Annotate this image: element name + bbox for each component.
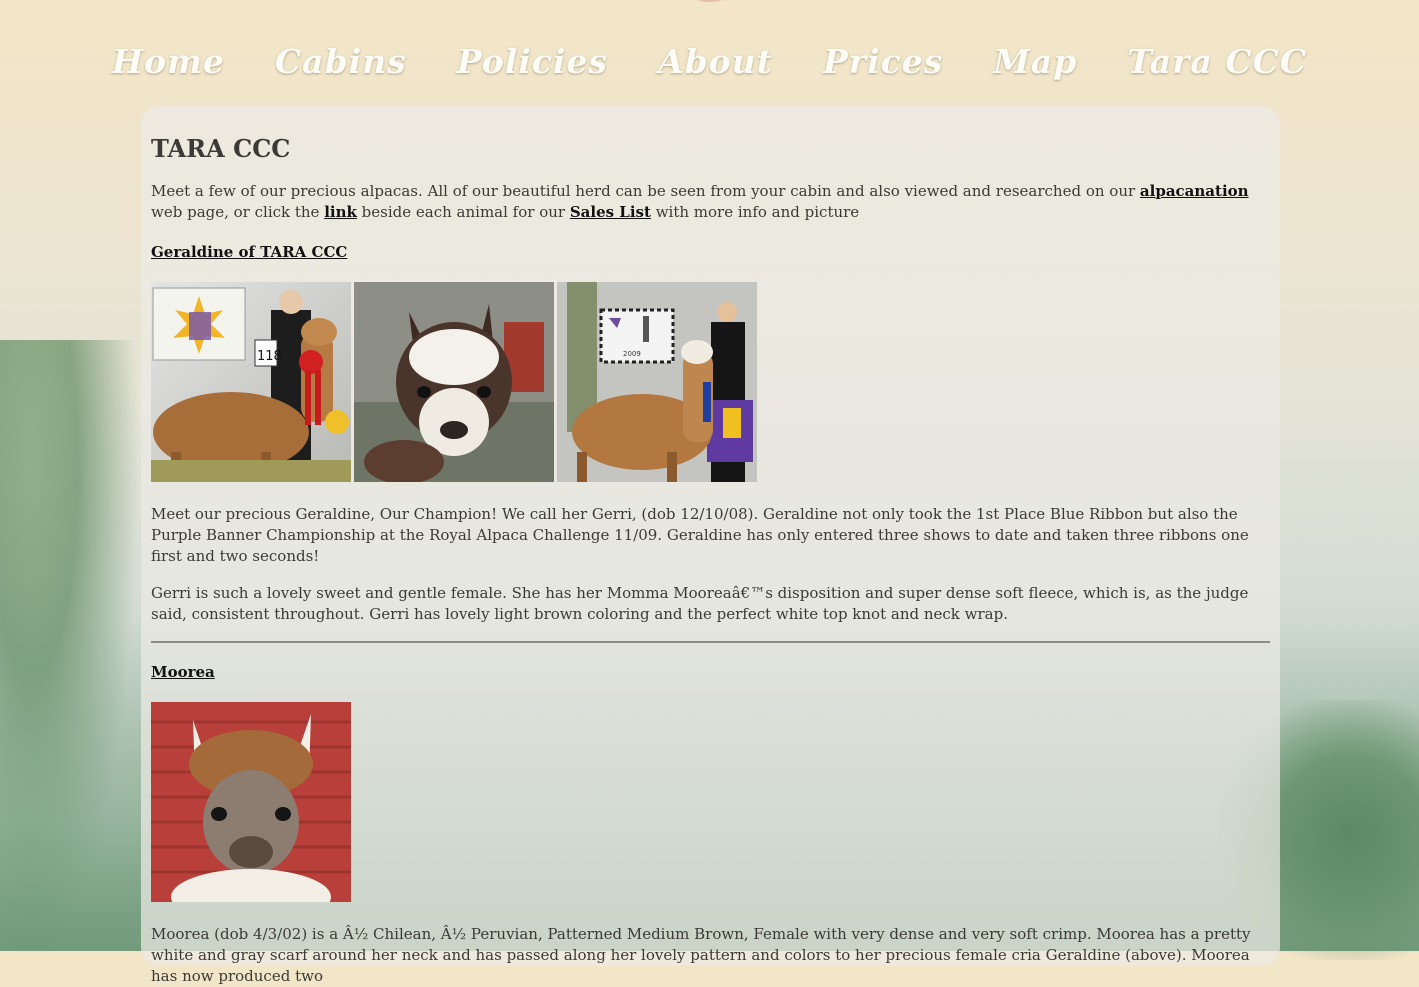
sun-decoration	[690, 0, 730, 2]
moorea-gallery	[151, 702, 1270, 902]
moorea-paragraph-1: Moorea (dob 4/3/02) is a Â½ Chilean, Â½ …	[151, 925, 1251, 985]
main-navigation: Home Cabins Policies About Prices Map Ta…	[0, 36, 1419, 96]
nav-policies[interactable]: Policies	[432, 36, 633, 96]
nav-prices[interactable]: Prices	[798, 36, 968, 96]
intro-text-1: Meet a few of our precious alpacas. All …	[151, 182, 1140, 200]
geraldine-paragraph-2: Gerri is such a lovely sweet and gentle …	[151, 584, 1249, 623]
intro-text-2: web page, or click the	[151, 203, 325, 221]
challenge-year: 2009	[623, 350, 641, 358]
page-title: TARA CCC	[151, 134, 291, 163]
content-panel: TARA CCC Meet a few of our precious alpa…	[141, 106, 1280, 985]
alpacanation-link[interactable]: alpacanation	[1140, 182, 1249, 200]
nav-cabins[interactable]: Cabins	[250, 36, 432, 96]
geraldine-gallery: 118 2009	[151, 282, 1270, 482]
intro-paragraph: Meet a few of our precious alpacas. All …	[151, 181, 1270, 223]
moorea-portrait-photo[interactable]	[151, 702, 351, 902]
nav-about[interactable]: About	[633, 36, 798, 96]
intro-text-4: with more info and picture	[650, 203, 860, 221]
geraldine-paragraph-1: Meet our precious Geraldine, Our Champio…	[151, 505, 1249, 565]
show-badge-number: 118	[257, 349, 282, 364]
link-link[interactable]: link	[324, 203, 357, 221]
nav-map[interactable]: Map	[968, 36, 1102, 96]
nav-tara-ccc[interactable]: Tara CCC	[1102, 36, 1332, 96]
nav-home[interactable]: Home	[87, 36, 250, 96]
geraldine-banner-photo[interactable]: 2009	[557, 282, 757, 482]
geraldine-show-photo[interactable]: 118	[151, 282, 351, 482]
moorea-heading-link[interactable]: Moorea	[151, 663, 215, 681]
geraldine-heading-link[interactable]: Geraldine of TARA CCC	[151, 243, 347, 261]
intro-text-3: beside each animal for our	[356, 203, 570, 221]
geraldine-closeup-photo[interactable]	[354, 282, 554, 482]
section-divider	[151, 641, 1270, 643]
sales-list-link[interactable]: Sales List	[570, 203, 651, 221]
